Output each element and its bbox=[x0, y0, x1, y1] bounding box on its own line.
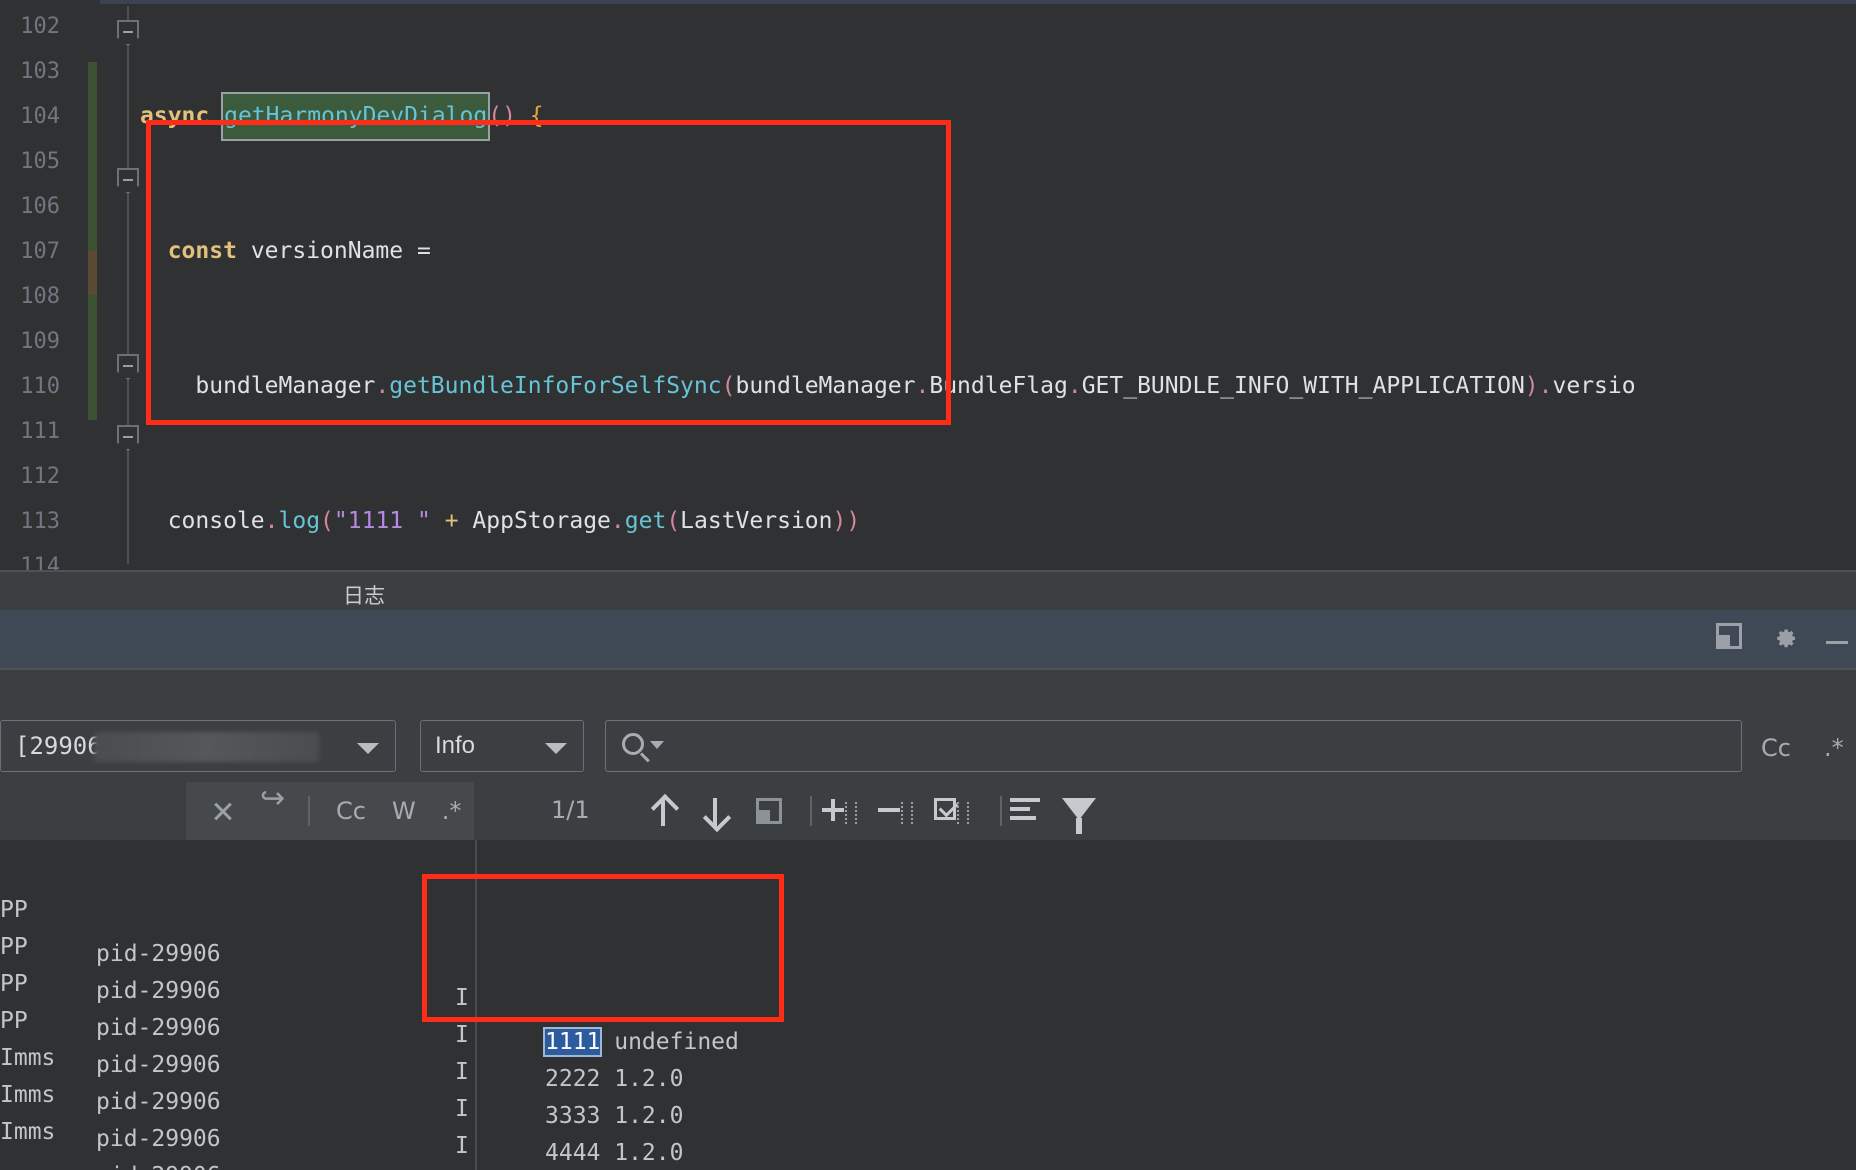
vcs-change-marker[interactable] bbox=[88, 250, 97, 295]
regex-toggle[interactable]: .* bbox=[1824, 734, 1844, 762]
log-panel-spacer bbox=[0, 670, 1856, 710]
line-number: 110 bbox=[20, 374, 60, 399]
table-row[interactable]: Imms pid-29906 I [] SetLayoutFullScreen(… bbox=[0, 1066, 1856, 1170]
line-number: 114 bbox=[20, 554, 60, 570]
code-editor[interactable]: 102 103 104 105 106 107 108 109 110 111 … bbox=[0, 0, 1856, 570]
vcs-change-marker[interactable] bbox=[88, 295, 97, 420]
line-number-column: 102 103 104 105 106 107 108 109 110 111 … bbox=[0, 4, 60, 570]
log-level-value: Info bbox=[435, 732, 476, 759]
select-lines-dots bbox=[957, 802, 969, 824]
log-panel-header bbox=[0, 610, 1856, 670]
line-number: 109 bbox=[20, 329, 60, 354]
soft-wrap-icon[interactable] bbox=[756, 798, 782, 824]
whole-words-toggle[interactable]: W bbox=[392, 797, 416, 825]
line-number: 107 bbox=[20, 239, 60, 264]
line-number: 105 bbox=[20, 149, 60, 174]
scroll-to-end-icon[interactable] bbox=[1010, 798, 1040, 824]
line-number: 113 bbox=[20, 509, 60, 534]
chevron-down-icon bbox=[545, 743, 567, 754]
line-number: 111 bbox=[20, 419, 60, 444]
divider bbox=[810, 796, 812, 826]
restore-icon[interactable] bbox=[1716, 623, 1742, 649]
line-number: 104 bbox=[20, 104, 60, 129]
editor-gutter[interactable]: 102 103 104 105 106 107 108 109 110 111 … bbox=[0, 0, 139, 570]
code-line-105[interactable]: console.log("1111 " + AppStorage.get(Las… bbox=[140, 499, 1856, 544]
match-case-toggle[interactable]: Cc bbox=[1761, 734, 1791, 762]
wrap-search-icon[interactable] bbox=[260, 800, 286, 822]
code-text-area[interactable]: async getHarmonyDevDialog() { const vers… bbox=[140, 4, 1856, 564]
line-number: 103 bbox=[20, 59, 60, 84]
ide-window: 102 103 104 105 106 107 108 109 110 111 … bbox=[0, 0, 1856, 1170]
log-search-toolbar: Cc W .* 1/1 bbox=[0, 782, 1856, 840]
fold-rail bbox=[127, 6, 129, 564]
gear-icon[interactable] bbox=[1770, 622, 1798, 650]
arrow-down-icon[interactable] bbox=[702, 796, 728, 826]
regex-toggle[interactable]: .* bbox=[442, 797, 462, 825]
code-fold-toggle[interactable] bbox=[117, 168, 139, 194]
log-panel-header-icons bbox=[1716, 622, 1848, 650]
log-message-rest: 1.2.0 bbox=[600, 1140, 684, 1166]
line-number: 112 bbox=[20, 464, 60, 489]
selected-symbol[interactable]: getHarmonyDevDialog bbox=[221, 92, 491, 141]
log-message: 4444 1.2.0 bbox=[545, 1131, 683, 1170]
match-case-toggle[interactable]: Cc bbox=[336, 797, 366, 825]
divider bbox=[308, 796, 310, 826]
search-icon bbox=[622, 733, 644, 755]
code-line-102[interactable]: async getHarmonyDevDialog() { bbox=[140, 92, 1856, 141]
code-fold-toggle[interactable] bbox=[117, 354, 139, 380]
code-line-104[interactable]: bundleManager.getBundleInfoForSelfSync(b… bbox=[140, 364, 1856, 409]
divider bbox=[1000, 796, 1002, 826]
log-panel: 日志 [29906] Info Cc .* ↩ Cc W .* 1/1 PP p… bbox=[0, 570, 1856, 1170]
filter-icon[interactable] bbox=[1062, 798, 1096, 834]
line-number: 102 bbox=[20, 14, 60, 39]
log-search-input[interactable] bbox=[605, 720, 1742, 772]
collapse-lines-icon[interactable] bbox=[878, 796, 914, 826]
redacted-process-name bbox=[94, 732, 319, 762]
log-level: I bbox=[455, 1161, 469, 1170]
log-level-selector[interactable]: Info bbox=[420, 720, 584, 772]
code-fold-toggle[interactable] bbox=[117, 20, 139, 46]
line-number: 106 bbox=[20, 194, 60, 219]
log-output-table[interactable]: PP pid-29906 I 1111 undefined PP pid-299… bbox=[0, 840, 1856, 1170]
log-filter-toolbar: [29906] Info Cc .* bbox=[0, 710, 1856, 782]
code-fold-toggle[interactable] bbox=[117, 425, 139, 451]
log-pid: pid-29906 bbox=[96, 1154, 221, 1170]
log-message-prefix: 4444 bbox=[545, 1140, 601, 1166]
close-icon[interactable] bbox=[212, 800, 234, 822]
chevron-down-icon[interactable] bbox=[650, 741, 664, 749]
code-line-103[interactable]: const versionName = bbox=[140, 229, 1856, 274]
arrow-up-icon[interactable] bbox=[650, 796, 676, 826]
tab-log[interactable]: 日志 bbox=[343, 580, 385, 610]
minimize-icon[interactable] bbox=[1826, 640, 1848, 644]
chevron-down-icon bbox=[357, 743, 379, 754]
search-options-group: Cc W .* bbox=[186, 782, 474, 840]
line-number: 108 bbox=[20, 284, 60, 309]
search-result-count: 1/1 bbox=[551, 796, 590, 824]
vcs-change-marker[interactable] bbox=[88, 62, 97, 250]
log-tag: Imms bbox=[0, 1119, 56, 1145]
process-selector[interactable]: [29906] bbox=[0, 720, 396, 772]
log-tab-strip[interactable]: 日志 bbox=[0, 570, 1856, 610]
expand-lines-icon[interactable] bbox=[822, 796, 858, 826]
select-lines-icon[interactable] bbox=[934, 798, 956, 820]
